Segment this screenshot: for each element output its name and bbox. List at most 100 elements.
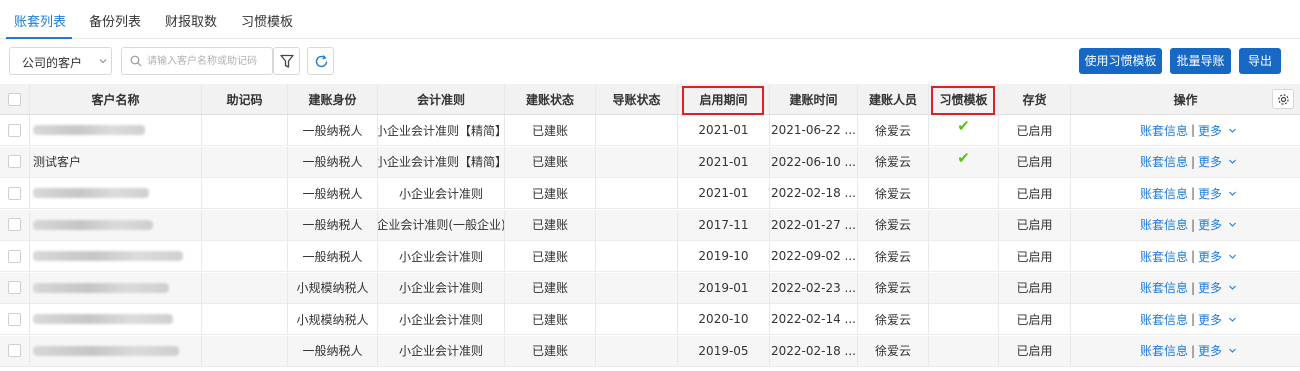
account-info-link[interactable]: 账套信息 (1140, 342, 1188, 359)
period-cell: 2021-01 (678, 178, 770, 208)
account-info-link[interactable]: 账套信息 (1140, 185, 1188, 202)
use-template-button[interactable]: 使用习惯模板 (1079, 48, 1162, 74)
tab-financial-report[interactable]: 财报取数 (165, 11, 217, 30)
created-time-cell: 2022-09-02 ... (770, 241, 858, 271)
gear-icon (1278, 94, 1289, 105)
account-info-link[interactable]: 账套信息 (1140, 216, 1188, 233)
export-button[interactable]: 导出 (1239, 48, 1281, 74)
filter-button[interactable] (273, 47, 300, 75)
action-separator: | (1190, 154, 1196, 169)
row-select-cell (0, 304, 30, 334)
chevron-down-icon[interactable] (1228, 126, 1237, 135)
account-info-link[interactable]: 账套信息 (1140, 248, 1188, 265)
mnemonic-cell (202, 272, 288, 303)
row-checkbox[interactable] (8, 344, 21, 357)
standard-cell: 小企业会计准则 (378, 304, 505, 334)
import-status-cell (596, 178, 678, 208)
actions-cell: 账套信息 | 更多 (1071, 273, 1300, 303)
tab-habit-template[interactable]: 习惯模板 (241, 11, 293, 30)
search-field[interactable] (121, 47, 273, 75)
more-actions-link[interactable]: 更多 (1198, 122, 1222, 139)
actions-cell: 账套信息 | 更多 (1071, 336, 1300, 366)
more-actions-link[interactable]: 更多 (1198, 279, 1222, 296)
col-header[interactable]: 导账状态 (596, 84, 678, 114)
template-cell (929, 272, 999, 303)
template-cell: ✔ (929, 146, 999, 177)
account-info-link[interactable]: 账套信息 (1140, 279, 1188, 296)
import-status-cell (596, 335, 678, 366)
row-checkbox[interactable] (8, 123, 21, 137)
more-actions-link[interactable]: 更多 (1198, 311, 1222, 328)
select-all-checkbox[interactable] (8, 92, 21, 106)
chevron-down-icon[interactable] (1228, 220, 1237, 229)
creator-cell: 徐爱云 (858, 272, 929, 303)
active-tab-indicator (6, 37, 72, 39)
status-cell: 已建账 (505, 335, 596, 366)
row-checkbox[interactable] (8, 186, 21, 200)
refresh-button[interactable] (307, 47, 334, 75)
select-all-cell (0, 84, 30, 114)
col-header[interactable]: 助记码 (202, 84, 288, 114)
col-header[interactable]: 启用期间 (678, 84, 770, 114)
col-header[interactable]: 存货 (999, 84, 1071, 114)
chevron-down-icon[interactable] (1228, 346, 1237, 355)
table-header: 客户名称 助记码 建账身份 会计准则 建账状态 导账状态 启用期间 建账时间 建… (0, 84, 1300, 115)
tab-backup-list[interactable]: 备份列表 (89, 11, 141, 30)
more-actions-link[interactable]: 更多 (1198, 153, 1222, 170)
row-checkbox[interactable] (8, 249, 21, 263)
col-header[interactable]: 客户名称 (30, 84, 202, 114)
search-input[interactable] (147, 52, 269, 70)
more-actions-link[interactable]: 更多 (1198, 216, 1222, 233)
standard-cell: 小企业会计准则【精简】 (378, 115, 505, 145)
action-separator: | (1190, 343, 1196, 358)
table-row: 一般纳税人 小企业会计准则 已建账 2019-05 2022-02-18 ... 徐爱云 已… (0, 335, 1300, 367)
status-cell: 已建账 (505, 304, 596, 334)
template-cell (929, 241, 999, 271)
redacted-customer-name (33, 188, 149, 198)
import-status-cell (596, 146, 678, 177)
action-separator: | (1190, 312, 1196, 326)
table-row: 一般纳税人 小企业会计准则 已建账 2021-01 2022-02-18 ... 徐爱云 已… (0, 178, 1300, 209)
chevron-down-icon[interactable] (1228, 283, 1237, 292)
chevron-down-icon[interactable] (1228, 157, 1237, 166)
period-cell: 2019-10 (678, 241, 770, 271)
account-info-link[interactable]: 账套信息 (1140, 122, 1188, 139)
col-header[interactable]: 建账状态 (505, 84, 596, 114)
tab-account-list[interactable]: 账套列表 (14, 11, 66, 30)
table-row: 测试客户 一般纳税人 小企业会计准则【精简】 已建账 2021-01 2022-06-10… (0, 146, 1300, 178)
identity-cell: 一般纳税人 (288, 178, 378, 208)
account-info-link[interactable]: 账套信息 (1140, 311, 1188, 328)
row-checkbox[interactable] (8, 155, 21, 168)
col-header[interactable]: 习惯模板 (929, 84, 999, 114)
account-info-link[interactable]: 账套信息 (1140, 153, 1188, 170)
customer-filter-value: 公司的客户 (22, 56, 83, 70)
chevron-down-icon[interactable] (1228, 189, 1237, 198)
more-actions-link[interactable]: 更多 (1198, 342, 1222, 359)
redacted-customer-name (33, 125, 145, 135)
row-checkbox[interactable] (8, 312, 21, 326)
redacted-customer-name (33, 345, 179, 356)
chevron-down-icon[interactable] (1228, 315, 1237, 324)
more-actions-link[interactable]: 更多 (1198, 185, 1222, 202)
action-separator: | (1190, 280, 1196, 295)
col-header[interactable]: 建账时间 (770, 84, 858, 114)
customer-filter-select[interactable]: 公司的客户 (9, 47, 112, 75)
batch-import-button[interactable]: 批量导账 (1170, 48, 1231, 74)
import-status-cell (596, 241, 678, 271)
row-select-cell (0, 115, 30, 145)
inventory-cell: 已启用 (999, 272, 1071, 303)
identity-cell: 一般纳税人 (288, 146, 378, 177)
row-checkbox[interactable] (8, 218, 21, 231)
column-settings-button[interactable] (1272, 89, 1294, 109)
col-header[interactable]: 建账人员 (858, 84, 929, 114)
more-actions-link[interactable]: 更多 (1198, 248, 1222, 265)
import-status-cell (596, 115, 678, 145)
row-checkbox[interactable] (8, 281, 21, 294)
col-header[interactable]: 会计准则 (378, 84, 505, 114)
row-select-cell (0, 178, 30, 208)
chevron-down-icon[interactable] (1228, 252, 1237, 261)
table-row: 一般纳税人 小企业会计准则 已建账 2019-10 2022-09-02 ... 徐爱云 已… (0, 241, 1300, 272)
status-cell: 已建账 (505, 146, 596, 177)
col-header[interactable]: 建账身份 (288, 84, 378, 114)
customer-name-cell (30, 335, 202, 366)
